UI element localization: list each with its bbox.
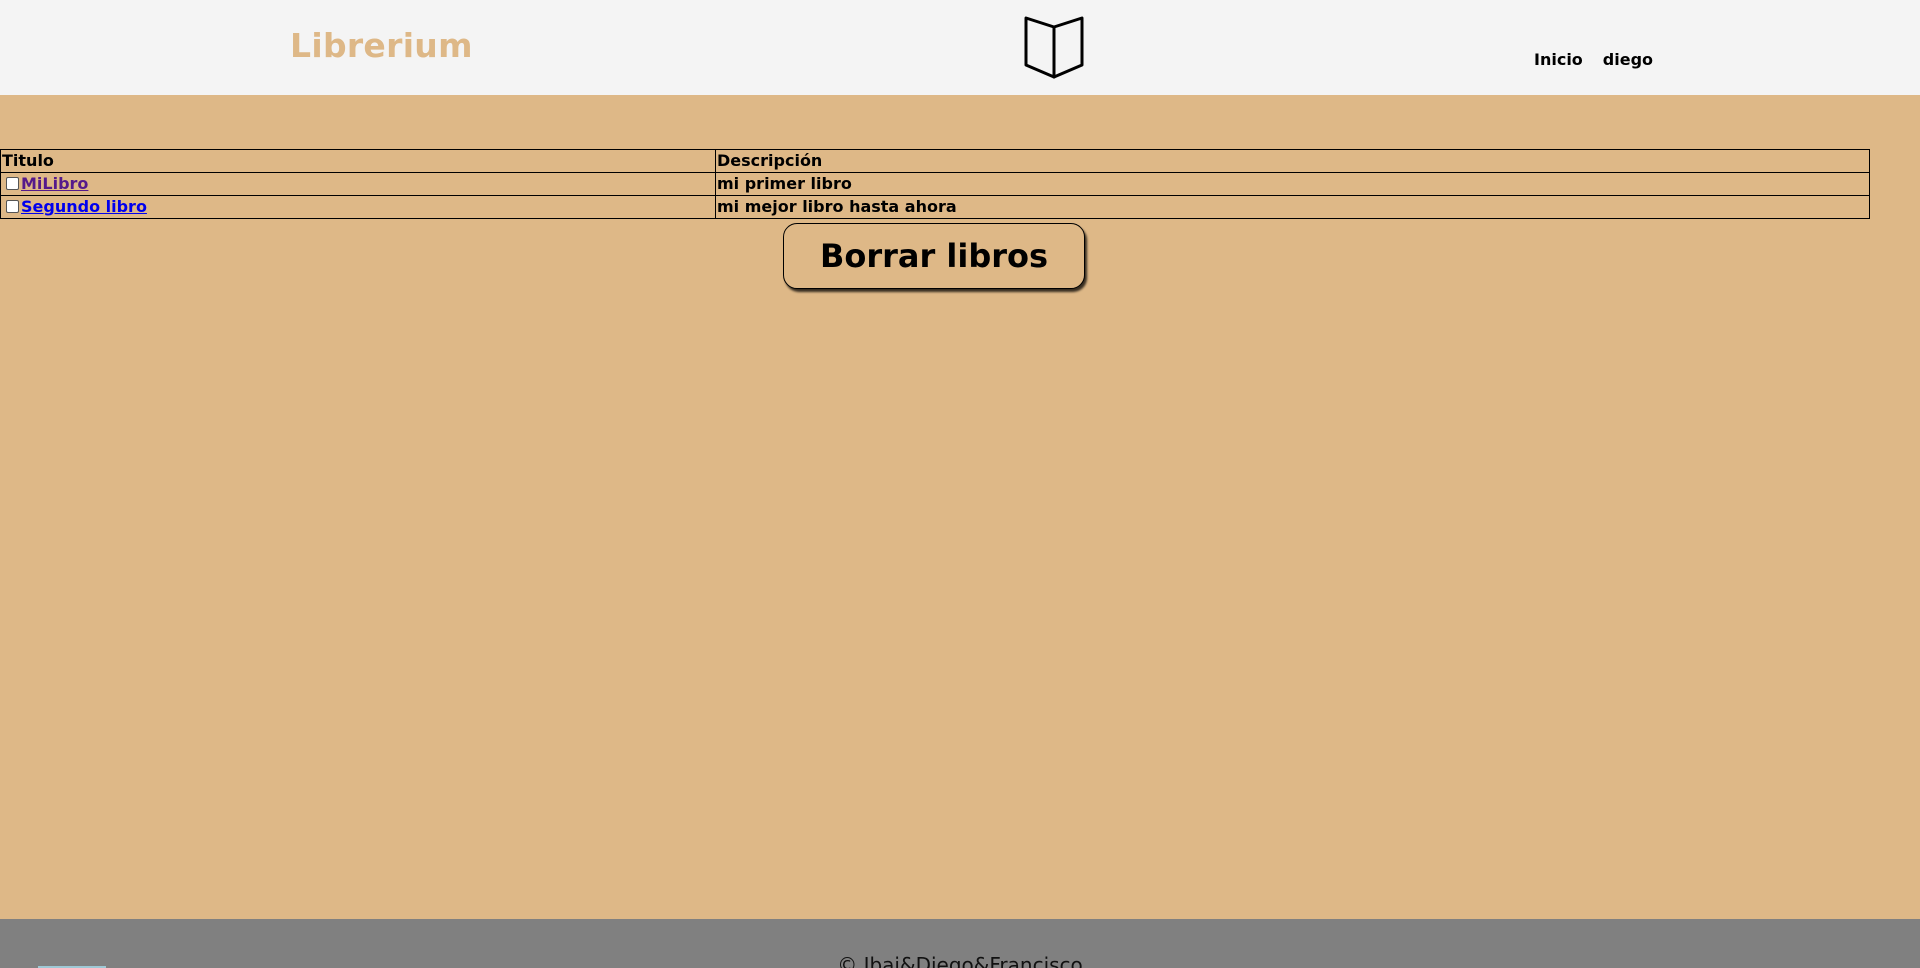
book-title-cell: Segundo libro	[0, 195, 716, 219]
column-header-description: Descripción	[715, 149, 1870, 173]
nav-link-user[interactable]: diego	[1603, 50, 1653, 69]
book-link[interactable]: MiLibro	[21, 174, 88, 193]
table-row: MiLibro mi primer libro	[0, 172, 1870, 196]
delete-books-button[interactable]: Borrar libros	[783, 223, 1085, 289]
book-link[interactable]: Segundo libro	[21, 197, 147, 216]
books-table: Titulo Descripción MiLibro mi primer lib…	[0, 149, 1870, 219]
main-content: Titulo Descripción MiLibro mi primer lib…	[0, 95, 1920, 919]
footer-credits: © Ibai&Diego&Francisco	[837, 953, 1083, 968]
select-book-checkbox[interactable]	[6, 200, 19, 213]
nav-link-inicio[interactable]: Inicio	[1534, 50, 1583, 69]
main-nav: Inicio diego	[1534, 50, 1673, 69]
column-header-title: Titulo	[0, 149, 716, 173]
table-row: Segundo libro mi mejor libro hasta ahora	[0, 195, 1870, 219]
book-title-cell: MiLibro	[0, 172, 716, 196]
open-book-icon[interactable]	[1022, 15, 1086, 79]
book-description-cell: mi mejor libro hasta ahora	[715, 195, 1870, 219]
select-book-checkbox[interactable]	[6, 177, 19, 190]
site-header: Librerium Inicio diego	[0, 0, 1920, 95]
book-description-cell: mi primer libro	[715, 172, 1870, 196]
brand-title[interactable]: Librerium	[290, 26, 473, 65]
site-footer: © Ibai&Diego&Francisco	[0, 919, 1920, 968]
table-header-row: Titulo Descripción	[0, 149, 1870, 173]
